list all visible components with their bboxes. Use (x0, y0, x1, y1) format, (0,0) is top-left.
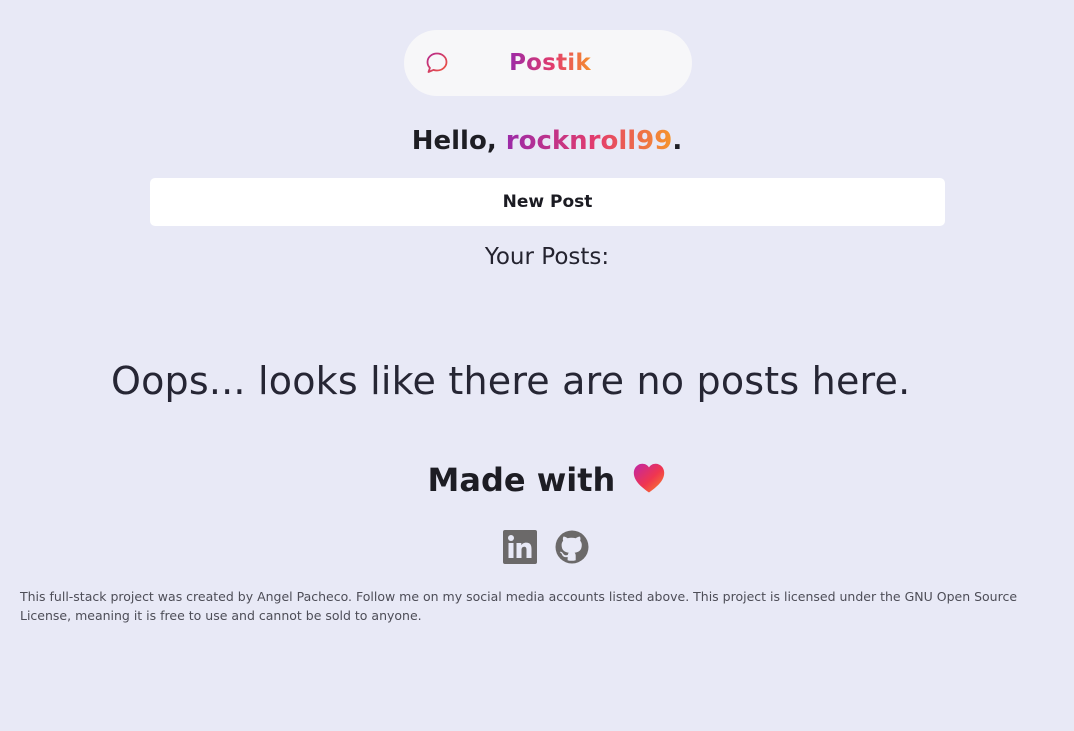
social-links (503, 530, 589, 564)
chat-bubble-icon[interactable] (424, 50, 450, 76)
greeting-username: rocknroll99 (505, 126, 673, 156)
made-with-text: Made with (427, 461, 616, 499)
heart-icon-svg (634, 463, 665, 493)
empty-posts-message: Oops... looks like there are no posts he… (111, 359, 911, 403)
hamburger-menu-icon[interactable] (632, 50, 658, 76)
your-posts-heading: Your Posts: (484, 244, 610, 270)
linkedin-icon-svg (503, 530, 537, 564)
linkedin-icon[interactable] (503, 530, 537, 564)
made-with-section: Made with (0, 458, 1074, 505)
greeting-suffix: . (672, 126, 683, 156)
heart-icon (632, 461, 666, 505)
chat-bubble-icon-svg (426, 52, 448, 73)
greeting-heading: Hello, rocknroll99. (0, 123, 1074, 159)
new-post-button[interactable]: New Post (150, 178, 945, 226)
brand-logo-text[interactable]: Postik (509, 51, 591, 75)
footer-license-text: This full-stack project was created by A… (20, 589, 1018, 623)
hamburger-menu-icon-svg (635, 55, 655, 71)
top-navbar: Postik (404, 30, 692, 96)
github-icon[interactable] (555, 530, 589, 564)
greeting-prefix: Hello, (411, 126, 506, 156)
github-icon-svg (555, 530, 589, 564)
